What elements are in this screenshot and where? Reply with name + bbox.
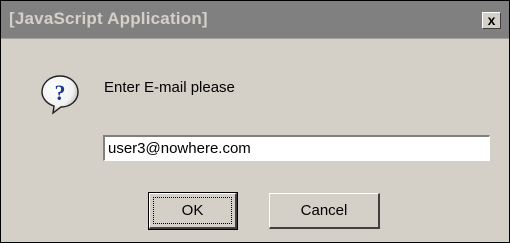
title-bar[interactable]: [JavaScript Application] x	[1, 1, 509, 39]
close-button[interactable]: x	[482, 12, 501, 29]
focus-ring	[153, 197, 232, 224]
prompt-dialog: [JavaScript Application] x ? Enter E-mai…	[0, 0, 510, 243]
dialog-title: [JavaScript Application]	[9, 9, 208, 28]
question-icon: ?	[41, 75, 79, 115]
cancel-button[interactable]: Cancel	[269, 193, 380, 229]
svg-text:?: ?	[55, 80, 66, 105]
ok-button[interactable]: OK	[148, 192, 238, 230]
cancel-label: Cancel	[300, 201, 348, 219]
close-icon: x	[487, 12, 496, 28]
dialog-body: ? Enter E-mail please OK Cancel	[1, 39, 509, 242]
email-field[interactable]	[103, 135, 490, 161]
prompt-message: Enter E-mail please	[104, 79, 235, 96]
